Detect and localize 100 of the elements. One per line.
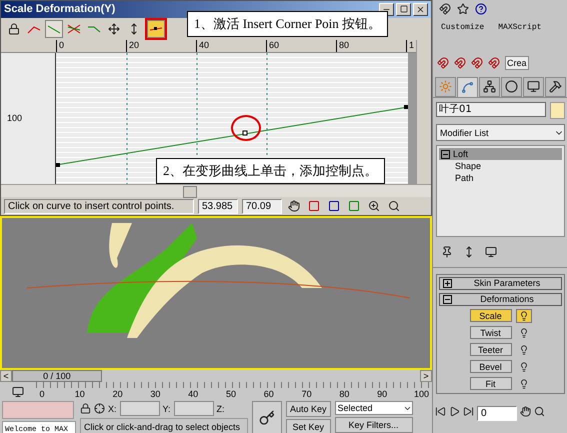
coordinate-label: X: bbox=[108, 404, 117, 414]
hand-icon bbox=[288, 200, 300, 212]
ruler-label: 0 bbox=[56, 40, 126, 52]
ruler-label: 1 bbox=[406, 40, 414, 52]
script-listener-field[interactable] bbox=[2, 401, 74, 419]
timeline-ruler[interactable]: 0 10 20 30 40 50 60 70 80 90 100 bbox=[36, 382, 432, 399]
coordinate-field[interactable] bbox=[120, 401, 160, 416]
move-icon bbox=[108, 22, 120, 35]
collapse-icon[interactable] bbox=[441, 150, 450, 159]
panel-tab[interactable] bbox=[523, 76, 544, 97]
rollout-header[interactable]: Deformations bbox=[439, 292, 562, 306]
magnet-icon bbox=[437, 56, 449, 69]
stack-item[interactable]: Shape bbox=[439, 160, 562, 172]
collapse-icon[interactable] bbox=[443, 294, 452, 304]
maximize-icon bbox=[400, 5, 408, 14]
previous-frame-button[interactable]: < bbox=[0, 370, 12, 382]
deformation-button[interactable]: Bevel bbox=[470, 360, 512, 374]
circle-icon bbox=[505, 80, 518, 94]
frame-label: 10 bbox=[74, 389, 86, 399]
frame-label: 70 bbox=[300, 389, 313, 399]
ruler-label: 80 bbox=[336, 40, 406, 52]
menu-item[interactable]: MAXScript bbox=[498, 22, 542, 32]
zoom-horizontal-button[interactable] bbox=[326, 198, 342, 214]
key-button[interactable] bbox=[252, 401, 282, 433]
callout-note: 2、在变形曲线上单击，添加控制点。 bbox=[156, 158, 384, 184]
deformation-button[interactable]: Fit bbox=[470, 377, 512, 390]
color-swatch[interactable] bbox=[550, 102, 565, 119]
skip-back-icon bbox=[435, 406, 446, 417]
play-icon bbox=[449, 406, 460, 417]
coordinate-label: Z: bbox=[216, 404, 225, 414]
pin-icon bbox=[441, 246, 453, 258]
expand-icon[interactable] bbox=[443, 278, 452, 288]
close-button[interactable] bbox=[413, 2, 428, 16]
curve-icon bbox=[461, 80, 474, 94]
x-value-field[interactable]: 53.985 bbox=[198, 198, 238, 214]
frame-label: 60 bbox=[262, 389, 275, 399]
y-value-field[interactable]: 70.09 bbox=[242, 198, 282, 214]
stack-item[interactable]: Loft bbox=[439, 148, 562, 160]
coordinate-field[interactable] bbox=[174, 401, 214, 416]
close-icon bbox=[416, 4, 425, 14]
auto-key-button[interactable]: Auto Key bbox=[286, 401, 331, 417]
frame-label: 90 bbox=[376, 389, 388, 399]
frame-icon bbox=[348, 200, 360, 212]
time-slider[interactable]: 0 / 100 bbox=[12, 370, 102, 382]
key-filters-button[interactable]: Key Filters... bbox=[334, 417, 413, 433]
panel-tab[interactable] bbox=[545, 76, 566, 97]
ruler-label: 60 bbox=[266, 40, 336, 52]
coordinate-label: Y: bbox=[162, 404, 171, 414]
next-frame-button[interactable]: > bbox=[420, 370, 432, 382]
window-title: Scale Deformation(Y) bbox=[4, 3, 116, 16]
frame-icon bbox=[328, 200, 340, 212]
frame-label: 50 bbox=[224, 389, 237, 399]
deformation-button[interactable]: Twist bbox=[470, 326, 512, 340]
magnet-icon bbox=[471, 56, 483, 69]
frame-field[interactable]: 0 bbox=[477, 406, 517, 421]
curve-icon bbox=[47, 24, 61, 34]
selection-dropdown[interactable]: Selected bbox=[334, 401, 413, 415]
rollout-header[interactable]: Skin Parameters bbox=[439, 276, 562, 290]
curves-icon bbox=[67, 24, 81, 34]
maximize-button[interactable] bbox=[396, 2, 411, 16]
panel-tab[interactable] bbox=[479, 76, 500, 97]
panel-tab[interactable] bbox=[501, 76, 522, 97]
magnet-icon bbox=[454, 56, 466, 69]
frame-icon bbox=[308, 200, 320, 212]
prompt-text: Click or click-and-drag to select objects bbox=[80, 418, 248, 433]
zoom-extents-button[interactable] bbox=[306, 198, 322, 214]
scrollbar[interactable] bbox=[1, 184, 431, 198]
magnet-icon bbox=[439, 2, 451, 15]
toggle-button[interactable] bbox=[516, 308, 532, 323]
hand-icon bbox=[520, 406, 531, 417]
track-bar-icon bbox=[12, 386, 24, 398]
search-icon bbox=[534, 406, 545, 417]
star-burst-icon bbox=[439, 80, 452, 94]
zoom-icon bbox=[368, 200, 380, 212]
lock-icon bbox=[80, 403, 91, 414]
search-button[interactable] bbox=[386, 198, 402, 214]
monitor-icon bbox=[485, 246, 497, 258]
hierarchy-icon bbox=[483, 80, 496, 94]
create-tab[interactable]: Crea bbox=[505, 56, 529, 70]
callout-note: 1、激活 Insert Corner Poin 按钮。 bbox=[187, 11, 388, 37]
crosshair-icon bbox=[94, 403, 105, 414]
menu-item[interactable]: Customize bbox=[441, 22, 484, 32]
deformation-button[interactable]: Scale bbox=[470, 309, 512, 322]
axis-label: 100 bbox=[7, 113, 22, 124]
deformation-button[interactable]: Teeter bbox=[470, 343, 512, 356]
stack-item[interactable]: Path bbox=[439, 172, 562, 184]
highlight-circle bbox=[231, 114, 261, 141]
pan-button[interactable] bbox=[286, 198, 302, 214]
modifier-list-dropdown[interactable]: Modifier List bbox=[436, 124, 565, 142]
lightbulb-icon bbox=[518, 310, 528, 321]
swap-curve-icon bbox=[87, 24, 101, 34]
set-key-button[interactable]: Set Key bbox=[286, 419, 331, 433]
search-icon bbox=[388, 200, 400, 212]
scroll-thumb[interactable] bbox=[183, 186, 197, 198]
lightbulb-icon bbox=[518, 344, 528, 355]
object-name-field[interactable]: 叶子01 bbox=[436, 102, 546, 117]
frame-label: 20 bbox=[112, 389, 124, 399]
skip-forward-icon bbox=[463, 406, 474, 417]
ruler-label: 40 bbox=[196, 40, 266, 52]
zoom-button[interactable] bbox=[366, 198, 382, 214]
